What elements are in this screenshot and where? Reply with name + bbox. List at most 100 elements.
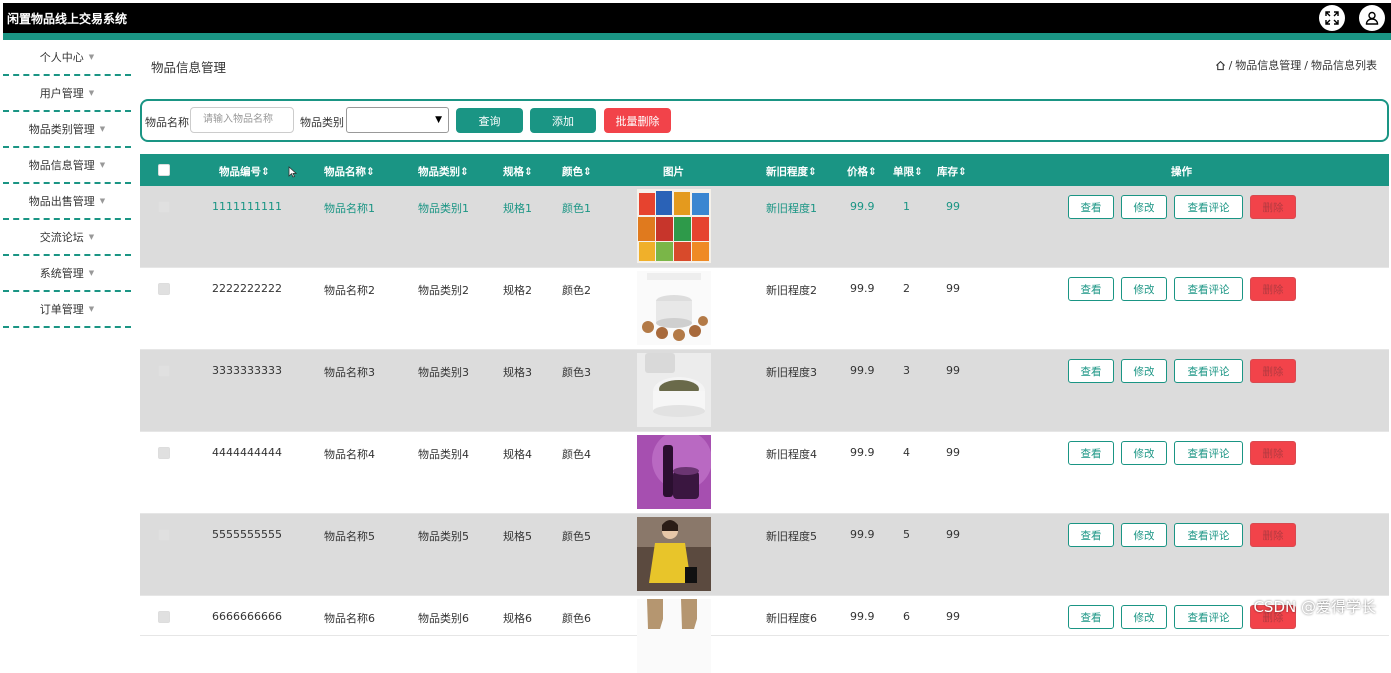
cell-spec: 规格1	[503, 202, 532, 215]
view-button[interactable]: 查看	[1068, 277, 1114, 301]
cell-price: 99.9	[850, 200, 875, 213]
chevron-down-icon: ▼	[88, 269, 95, 277]
view-reviews-button[interactable]: 查看评论	[1174, 359, 1243, 383]
edit-button[interactable]: 修改	[1121, 359, 1167, 383]
header-category[interactable]: 物品类别⇕	[418, 164, 469, 179]
sidebar: 个人中心 ▼ 用户管理 ▼ 物品类别管理 ▼ 物品信息管理 ▼ 物品出售管理 ▼ 交流论坛…	[3, 40, 131, 328]
yellow-sweater-image[interactable]	[637, 517, 711, 591]
cell-name: 物品名称1	[324, 202, 375, 215]
cell-name: 物品名称2	[324, 284, 375, 297]
cell-stock: 99	[946, 364, 960, 377]
view-button[interactable]: 查看	[1068, 441, 1114, 465]
header-image: 图片	[663, 166, 684, 178]
delete-button[interactable]: 删除	[1250, 523, 1296, 547]
view-button[interactable]: 查看	[1068, 523, 1114, 547]
view-button[interactable]: 查看	[1068, 195, 1114, 219]
add-button[interactable]: 添加	[530, 108, 596, 133]
cell-name: 物品名称4	[324, 448, 375, 461]
cell-stock: 99	[946, 200, 960, 213]
batch-delete-button[interactable]: 批量删除	[604, 108, 671, 133]
edit-button[interactable]: 修改	[1121, 195, 1167, 219]
row-checkbox[interactable]	[158, 529, 170, 541]
cell-condition: 新旧程度4	[766, 448, 817, 461]
delete-button[interactable]: 删除	[1250, 277, 1296, 301]
sidebar-item-item-sale-management[interactable]: 物品出售管理 ▼	[3, 184, 131, 220]
table-row[interactable]: 1111111111 物品名称1 物品类别1 规格1 颜色1 新旧程度1 99.9 1 99 查看…	[140, 186, 1389, 268]
table-row[interactable]: 6666666666 物品名称6 物品类别6 规格6 颜色6 新旧程度6 99.9 6 99 查看…	[140, 596, 1389, 673]
sidebar-item-item-info-management[interactable]: 物品信息管理 ▼	[3, 148, 131, 184]
delete-button[interactable]: 删除	[1250, 359, 1296, 383]
sidebar-item-personal-center[interactable]: 个人中心 ▼	[3, 40, 131, 76]
edit-button[interactable]: 修改	[1121, 441, 1167, 465]
breadcrumb-item[interactable]: 物品信息管理	[1235, 57, 1301, 73]
query-button[interactable]: 查询	[456, 108, 523, 133]
snack-bags-image[interactable]	[637, 189, 711, 263]
header-stock[interactable]: 库存⇕	[937, 164, 967, 179]
cell-price: 99.9	[850, 364, 875, 377]
delete-button[interactable]: 删除	[1250, 195, 1296, 219]
sidebar-item-label: 用户管理	[39, 87, 84, 100]
view-reviews-button[interactable]: 查看评论	[1174, 441, 1243, 465]
header-limit[interactable]: 单限⇕	[893, 164, 923, 179]
cosmetics-purple-image[interactable]	[637, 435, 711, 509]
header-spec[interactable]: 规格⇕	[503, 164, 533, 179]
view-reviews-button[interactable]: 查看评论	[1174, 277, 1243, 301]
view-button[interactable]: 查看	[1068, 605, 1114, 629]
cell-limit: 2	[903, 282, 910, 295]
cell-color: 颜色6	[562, 612, 591, 625]
view-reviews-button[interactable]: 查看评论	[1174, 195, 1243, 219]
sidebar-item-order-management[interactable]: 订单管理 ▼	[3, 292, 131, 328]
name-search-input[interactable]: 请输入物品名称	[190, 107, 294, 133]
table-row[interactable]: 5555555555 物品名称5 物品类别5 规格5 颜色5 新旧程度5 99.9 5 99 查看…	[140, 514, 1389, 596]
view-reviews-button[interactable]: 查看评论	[1174, 523, 1243, 547]
table-row[interactable]: 3333333333 物品名称3 物品类别3 规格3 颜色3 新旧程度3 99.9 3 99 查看…	[140, 350, 1389, 432]
cell-price: 99.9	[850, 282, 875, 295]
row-checkbox[interactable]	[158, 447, 170, 459]
table-row[interactable]: 2222222222 物品名称2 物品类别2 规格2 颜色2 新旧程度2 99.9 2 99 查看…	[140, 268, 1389, 350]
cell-stock: 99	[946, 610, 960, 623]
edit-button[interactable]: 修改	[1121, 605, 1167, 629]
cell-category: 物品类别6	[418, 612, 469, 625]
sidebar-item-label: 物品类别管理	[28, 123, 95, 136]
fullscreen-icon[interactable]	[1319, 5, 1345, 31]
edit-button[interactable]: 修改	[1121, 523, 1167, 547]
boots-image[interactable]	[637, 599, 711, 673]
cell-price: 99.9	[850, 446, 875, 459]
header-price[interactable]: 价格⇕	[847, 164, 877, 179]
sidebar-item-user-management[interactable]: 用户管理 ▼	[3, 76, 131, 112]
cell-id: 2222222222	[212, 282, 282, 295]
header-color[interactable]: 颜色⇕	[562, 164, 592, 179]
chevron-down-icon: ▼	[88, 53, 95, 61]
row-checkbox[interactable]	[158, 201, 170, 213]
rice-cooker-image[interactable]	[637, 271, 711, 345]
table-row[interactable]: 4444444444 物品名称4 物品类别4 规格4 颜色4 新旧程度4 99.9 4 99 查看…	[140, 432, 1389, 514]
cell-stock: 99	[946, 282, 960, 295]
chevron-down-icon: ▼	[88, 89, 95, 97]
user-avatar-icon[interactable]	[1359, 5, 1385, 31]
header-name[interactable]: 物品名称⇕	[324, 164, 375, 179]
category-select[interactable]: ▼	[346, 107, 449, 133]
header-id[interactable]: 物品编号⇕	[219, 164, 270, 179]
header-condition[interactable]: 新旧程度⇕	[766, 164, 817, 179]
sidebar-item-system-management[interactable]: 系统管理 ▼	[3, 256, 131, 292]
home-icon[interactable]	[1215, 60, 1226, 71]
sidebar-item-category-management[interactable]: 物品类别管理 ▼	[3, 112, 131, 148]
cell-limit: 3	[903, 364, 910, 377]
cell-price: 99.9	[850, 610, 875, 623]
delete-button[interactable]: 删除	[1250, 441, 1296, 465]
cream-jar-image[interactable]	[637, 353, 711, 427]
cell-spec: 规格6	[503, 612, 532, 625]
row-checkbox[interactable]	[158, 611, 170, 623]
row-checkbox[interactable]	[158, 283, 170, 295]
search-bar: 物品名称 请输入物品名称 物品类别 ▼ 查询 添加 批量删除	[140, 99, 1389, 142]
edit-button[interactable]: 修改	[1121, 277, 1167, 301]
cell-category: 物品类别4	[418, 448, 469, 461]
row-checkbox[interactable]	[158, 365, 170, 377]
items-table: 物品编号⇕ 物品名称⇕ 物品类别⇕ 规格⇕ 颜色⇕ 图片 新旧程度⇕ 价格⇕ 单…	[140, 154, 1389, 673]
sidebar-item-forum[interactable]: 交流论坛 ▼	[3, 220, 131, 256]
view-button[interactable]: 查看	[1068, 359, 1114, 383]
view-reviews-button[interactable]: 查看评论	[1174, 605, 1243, 629]
cell-id: 6666666666	[212, 610, 282, 623]
select-all-checkbox[interactable]	[158, 164, 170, 176]
cell-limit: 6	[903, 610, 910, 623]
